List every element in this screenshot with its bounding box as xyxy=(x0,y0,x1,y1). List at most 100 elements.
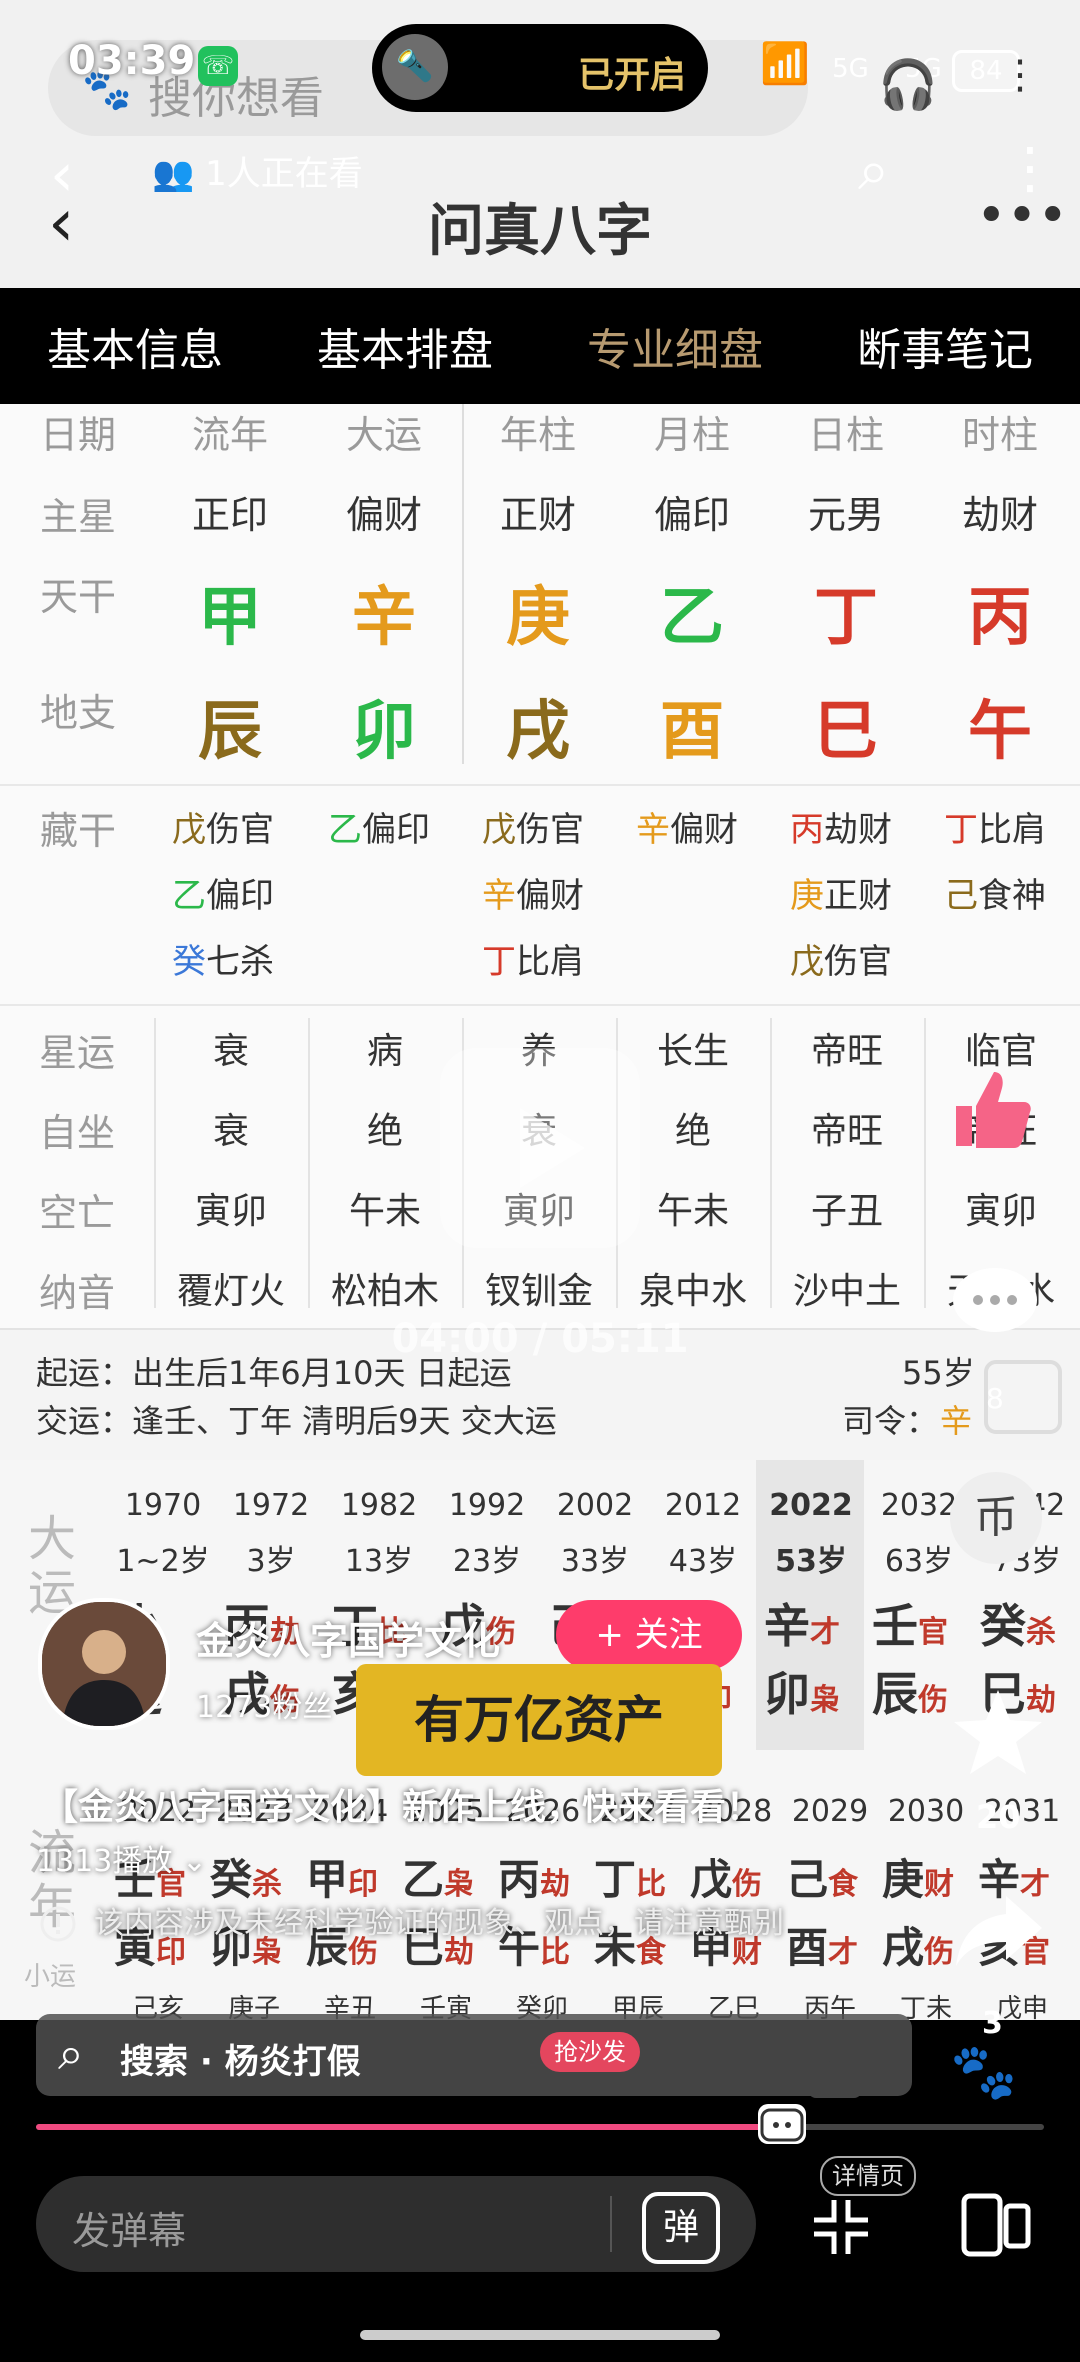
tiangan-char: 辛 xyxy=(352,581,416,655)
grid-cell: 寅卯 xyxy=(194,1191,267,1232)
tab-detail-chart[interactable]: 专业细盘 xyxy=(587,314,763,378)
hidden-stem: 癸七杀 xyxy=(172,942,274,982)
liunian-stem[interactable]: 甲印 xyxy=(306,1846,378,1907)
tab-basic-chart[interactable]: 基本排盘 xyxy=(317,314,493,378)
dizhi-char: 午 xyxy=(968,695,1032,769)
grid-cell: 长生 xyxy=(656,1031,729,1072)
hidden-stem: 庚正财 xyxy=(790,876,892,916)
column-divider xyxy=(462,404,464,764)
dayun-branch[interactable]: 辰伤 xyxy=(872,1658,948,1724)
liunian-stem[interactable]: 庚财 xyxy=(882,1846,954,1907)
dayun-year: 1972 xyxy=(232,1488,310,1523)
comment-icon[interactable] xyxy=(950,1264,1040,1344)
hidden-stem: 戊伤官 xyxy=(172,810,274,850)
more-vertical-icon[interactable]: ⋮ xyxy=(1000,52,1040,98)
flashlight-icon: 🔦 xyxy=(382,34,448,100)
author-avatar[interactable] xyxy=(38,1598,170,1730)
grid-cell: 衰 xyxy=(212,1111,249,1152)
exit-fullscreen-icon[interactable] xyxy=(808,2194,874,2260)
liunian-year: 2029 xyxy=(791,1794,869,1829)
thumb-up-icon[interactable] xyxy=(946,1062,1038,1154)
dayun-stem[interactable]: 辛才 xyxy=(764,1590,840,1656)
dayun-stem[interactable]: 壬官 xyxy=(872,1590,948,1656)
main-star: 元男 xyxy=(807,493,884,537)
liunian-stem[interactable]: 癸杀 xyxy=(210,1846,282,1907)
status-time: 03:39 xyxy=(68,38,196,84)
dizhi-char: 卯 xyxy=(352,695,416,769)
dayun-year: 1982 xyxy=(340,1488,418,1523)
hidden-stem: 辛偏财 xyxy=(636,810,738,850)
sofa-badge[interactable]: 抢沙发 xyxy=(540,2032,640,2072)
home-indicator xyxy=(360,2330,720,2340)
siling-label: 司令： xyxy=(842,1402,939,1440)
handover-line: 交运：逢壬、丁年 清明后9天 交大运 xyxy=(36,1402,557,1440)
follow-button[interactable]: + 关注 xyxy=(556,1600,742,1670)
expand-chevron-icon[interactable]: ⌄ xyxy=(182,1844,207,1879)
dayun-age: 3岁 xyxy=(246,1544,296,1579)
favorite-star-icon[interactable] xyxy=(952,1686,1044,1778)
danmaku-divider xyxy=(610,2196,612,2252)
liunian-stem[interactable]: 丙劫 xyxy=(498,1846,570,1907)
video-title[interactable]: 【金炎八字国学文化】新作上线，快来看看！ xyxy=(42,1778,762,1830)
rotate-screen-icon[interactable] xyxy=(960,2192,1032,2258)
main-star: 偏财 xyxy=(345,493,422,537)
hidden-stem: 戊伤官 xyxy=(790,942,892,982)
wechat-call-icon: ☏ xyxy=(198,46,238,86)
coin-icon[interactable]: 币 xyxy=(950,1472,1042,1564)
author-name[interactable]: 金炎八字国学文化 xyxy=(196,1610,500,1665)
header-date: 日期 xyxy=(39,413,116,457)
dayun-age: 63岁 xyxy=(884,1544,954,1579)
header-dayun: 大运 xyxy=(345,413,422,457)
tiangan-char: 乙 xyxy=(660,581,724,655)
tiangan-char: 甲 xyxy=(198,581,262,655)
detail-page-label[interactable]: 详情页 xyxy=(820,2156,916,2196)
play-button[interactable] xyxy=(440,1048,640,1248)
page-title: 问真八字 xyxy=(428,199,652,264)
related-search-bar[interactable]: ⌕ 搜索 · 杨炎打假 xyxy=(36,2014,912,2096)
baidu-paw-icon[interactable]: 🐾 xyxy=(950,2040,1017,2104)
dayun-branch[interactable]: 卯枭 xyxy=(764,1658,840,1724)
hidden-stem: 乙偏印 xyxy=(172,876,274,916)
grid-cell: 泉中水 xyxy=(638,1271,747,1312)
grid-cell: 帝旺 xyxy=(810,1031,883,1072)
liunian-stem[interactable]: 丁比 xyxy=(594,1846,666,1907)
favorite-count: 20 xyxy=(976,1798,1021,1836)
tab-notes[interactable]: 断事笔记 xyxy=(857,314,1033,378)
dayun-age: 1~2岁 xyxy=(116,1544,210,1579)
play-count[interactable]: 1313播放 ⌄ xyxy=(36,1836,207,1880)
liunian-stem[interactable]: 戊伤 xyxy=(690,1846,762,1907)
fans-count: 1273粉丝 xyxy=(196,1690,333,1725)
dayun-year: 2022 xyxy=(769,1488,853,1523)
grid-cell: 沙中土 xyxy=(792,1271,901,1312)
share-icon[interactable] xyxy=(954,1892,1046,1972)
tiangan-char: 丁 xyxy=(814,581,878,655)
header-hour: 时柱 xyxy=(961,413,1038,457)
danmaku-toggle[interactable]: 弹 xyxy=(642,2192,720,2264)
wifi-icon: 📶 xyxy=(760,41,810,87)
grid-label: 空亡 xyxy=(38,1191,115,1235)
playback-time: 04:00 / 05:11 xyxy=(391,1316,689,1362)
dizhi-char: 酉 xyxy=(660,695,724,769)
tab-basic-info[interactable]: 基本信息 xyxy=(47,314,223,378)
main-star: 正财 xyxy=(499,493,576,537)
progress-fill xyxy=(36,2124,782,2130)
more-icon[interactable]: ••• xyxy=(976,186,1068,246)
header-liunian: 流年 xyxy=(191,413,268,457)
search-icon: ⌕ xyxy=(58,2026,84,2080)
dayun-stem[interactable]: 癸杀 xyxy=(980,1590,1056,1656)
dayun-age: 13岁 xyxy=(344,1544,414,1579)
liunian-stem[interactable]: 己食 xyxy=(786,1846,858,1907)
hidden-stem: 己食神 xyxy=(944,876,1046,916)
dizhi-char: 戌 xyxy=(506,695,570,769)
page-number-badge[interactable]: 1 xyxy=(808,2044,862,2098)
grid-cell: 覆灯火 xyxy=(176,1271,285,1312)
liunian-stem[interactable]: 乙枭 xyxy=(402,1846,474,1907)
header-day: 日柱 xyxy=(807,413,884,457)
dizhi-char: 巳 xyxy=(814,695,878,769)
progress-handle[interactable] xyxy=(757,2104,806,2144)
dayun-year: 2002 xyxy=(556,1488,634,1523)
hidden-stem: 辛偏财 xyxy=(482,876,584,916)
headphones-icon[interactable]: 🎧 xyxy=(878,56,938,113)
main-star: 正印 xyxy=(191,493,268,537)
dayun-age: 23岁 xyxy=(452,1544,522,1579)
